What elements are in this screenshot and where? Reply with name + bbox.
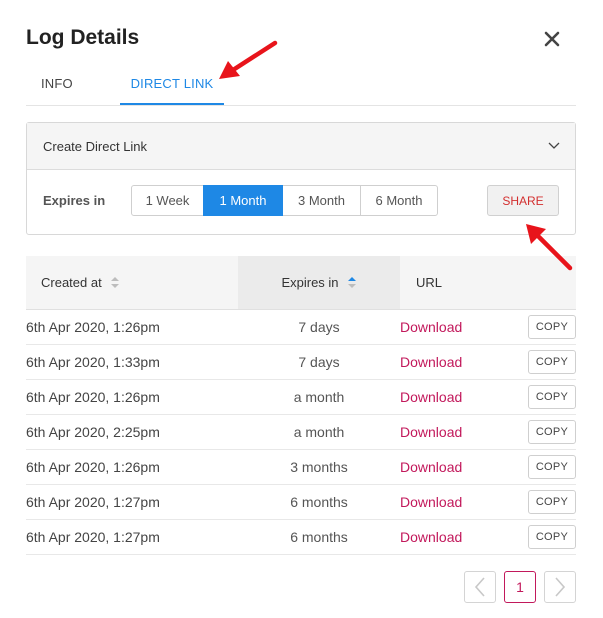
created-at-cell: 6th Apr 2020, 1:27pm: [26, 494, 160, 510]
download-link[interactable]: Download: [400, 345, 510, 379]
page-number-button[interactable]: 1: [504, 571, 536, 603]
duration-selector: 1 Week 1 Month 3 Month 6 Month: [131, 185, 438, 216]
download-link[interactable]: Download: [400, 450, 510, 484]
expires-in-cell: 7 days: [298, 319, 340, 335]
copy-button[interactable]: COPY: [528, 315, 576, 339]
table-row: 6th Apr 2020, 1:26pm 3 months Download C…: [26, 450, 576, 485]
column-header-expires-in[interactable]: Expires in: [238, 256, 400, 309]
download-link[interactable]: Download: [400, 310, 510, 344]
created-at-cell: 6th Apr 2020, 1:26pm: [26, 459, 160, 475]
expires-in-cell: a month: [293, 424, 345, 440]
panel-title: Create Direct Link: [43, 139, 148, 154]
previous-page-button[interactable]: [464, 571, 496, 603]
chevron-left-icon: [474, 577, 485, 597]
column-header-created-at[interactable]: Created at: [26, 256, 238, 309]
chevron-right-icon: [555, 577, 566, 597]
created-at-cell: 6th Apr 2020, 1:33pm: [26, 354, 160, 370]
chevron-down-icon: [548, 142, 560, 149]
download-link[interactable]: Download: [400, 415, 510, 449]
close-icon[interactable]: [541, 28, 563, 50]
copy-button[interactable]: COPY: [528, 455, 576, 479]
duration-6-month-button[interactable]: 6 Month: [360, 185, 438, 216]
expires-in-label: Expires in: [43, 193, 106, 208]
sort-icon: [110, 277, 119, 288]
duration-1-week-button[interactable]: 1 Week: [131, 185, 204, 216]
table-row: 6th Apr 2020, 1:27pm 6 months Download C…: [26, 485, 576, 520]
expires-in-cell: 6 months: [290, 529, 348, 545]
table-header: Created at Expires in URL: [26, 256, 576, 310]
share-button[interactable]: SHARE: [487, 185, 559, 216]
copy-button[interactable]: COPY: [528, 385, 576, 409]
table-row: 6th Apr 2020, 1:26pm a month Download CO…: [26, 380, 576, 415]
expires-in-cell: a month: [293, 389, 345, 405]
table-row: 6th Apr 2020, 1:27pm 6 months Download C…: [26, 520, 576, 555]
direct-links-table: Created at Expires in URL 6th Apr 2020, …: [26, 256, 576, 555]
created-at-cell: 6th Apr 2020, 1:26pm: [26, 389, 160, 405]
created-at-cell: 6th Apr 2020, 1:27pm: [26, 529, 160, 545]
create-direct-link-panel: Create Direct Link Expires in 1 Week 1 M…: [26, 122, 576, 235]
download-link[interactable]: Download: [400, 520, 510, 554]
table-row: 6th Apr 2020, 2:25pm a month Download CO…: [26, 415, 576, 450]
copy-button[interactable]: COPY: [528, 490, 576, 514]
dialog-title: Log Details: [26, 26, 140, 49]
copy-button[interactable]: COPY: [528, 420, 576, 444]
column-header-url: URL: [400, 256, 576, 309]
expires-in-cell: 7 days: [298, 354, 340, 370]
copy-button[interactable]: COPY: [528, 350, 576, 374]
tab-direct-link[interactable]: DIRECT LINK: [120, 68, 224, 105]
expires-in-cell: 3 months: [290, 459, 348, 475]
download-link[interactable]: Download: [400, 485, 510, 519]
panel-body: Expires in 1 Week 1 Month 3 Month 6 Mont…: [27, 170, 575, 234]
tab-info[interactable]: INFO: [41, 68, 73, 105]
column-header-label: Expires in: [281, 275, 339, 290]
copy-button[interactable]: COPY: [528, 525, 576, 549]
duration-1-month-button[interactable]: 1 Month: [203, 185, 283, 216]
next-page-button[interactable]: [544, 571, 576, 603]
created-at-cell: 6th Apr 2020, 1:26pm: [26, 319, 160, 335]
duration-3-month-button[interactable]: 3 Month: [282, 185, 361, 216]
column-header-label: Created at: [41, 275, 102, 290]
column-header-label: URL: [416, 275, 443, 290]
download-link[interactable]: Download: [400, 380, 510, 414]
table-row: 6th Apr 2020, 1:26pm 7 days Download COP…: [26, 310, 576, 345]
expires-in-cell: 6 months: [290, 494, 348, 510]
table-row: 6th Apr 2020, 1:33pm 7 days Download COP…: [26, 345, 576, 380]
created-at-cell: 6th Apr 2020, 2:25pm: [26, 424, 160, 440]
panel-header[interactable]: Create Direct Link: [27, 123, 575, 170]
sort-ascending-icon: [347, 277, 356, 288]
tab-bar: INFO DIRECT LINK: [26, 68, 576, 106]
